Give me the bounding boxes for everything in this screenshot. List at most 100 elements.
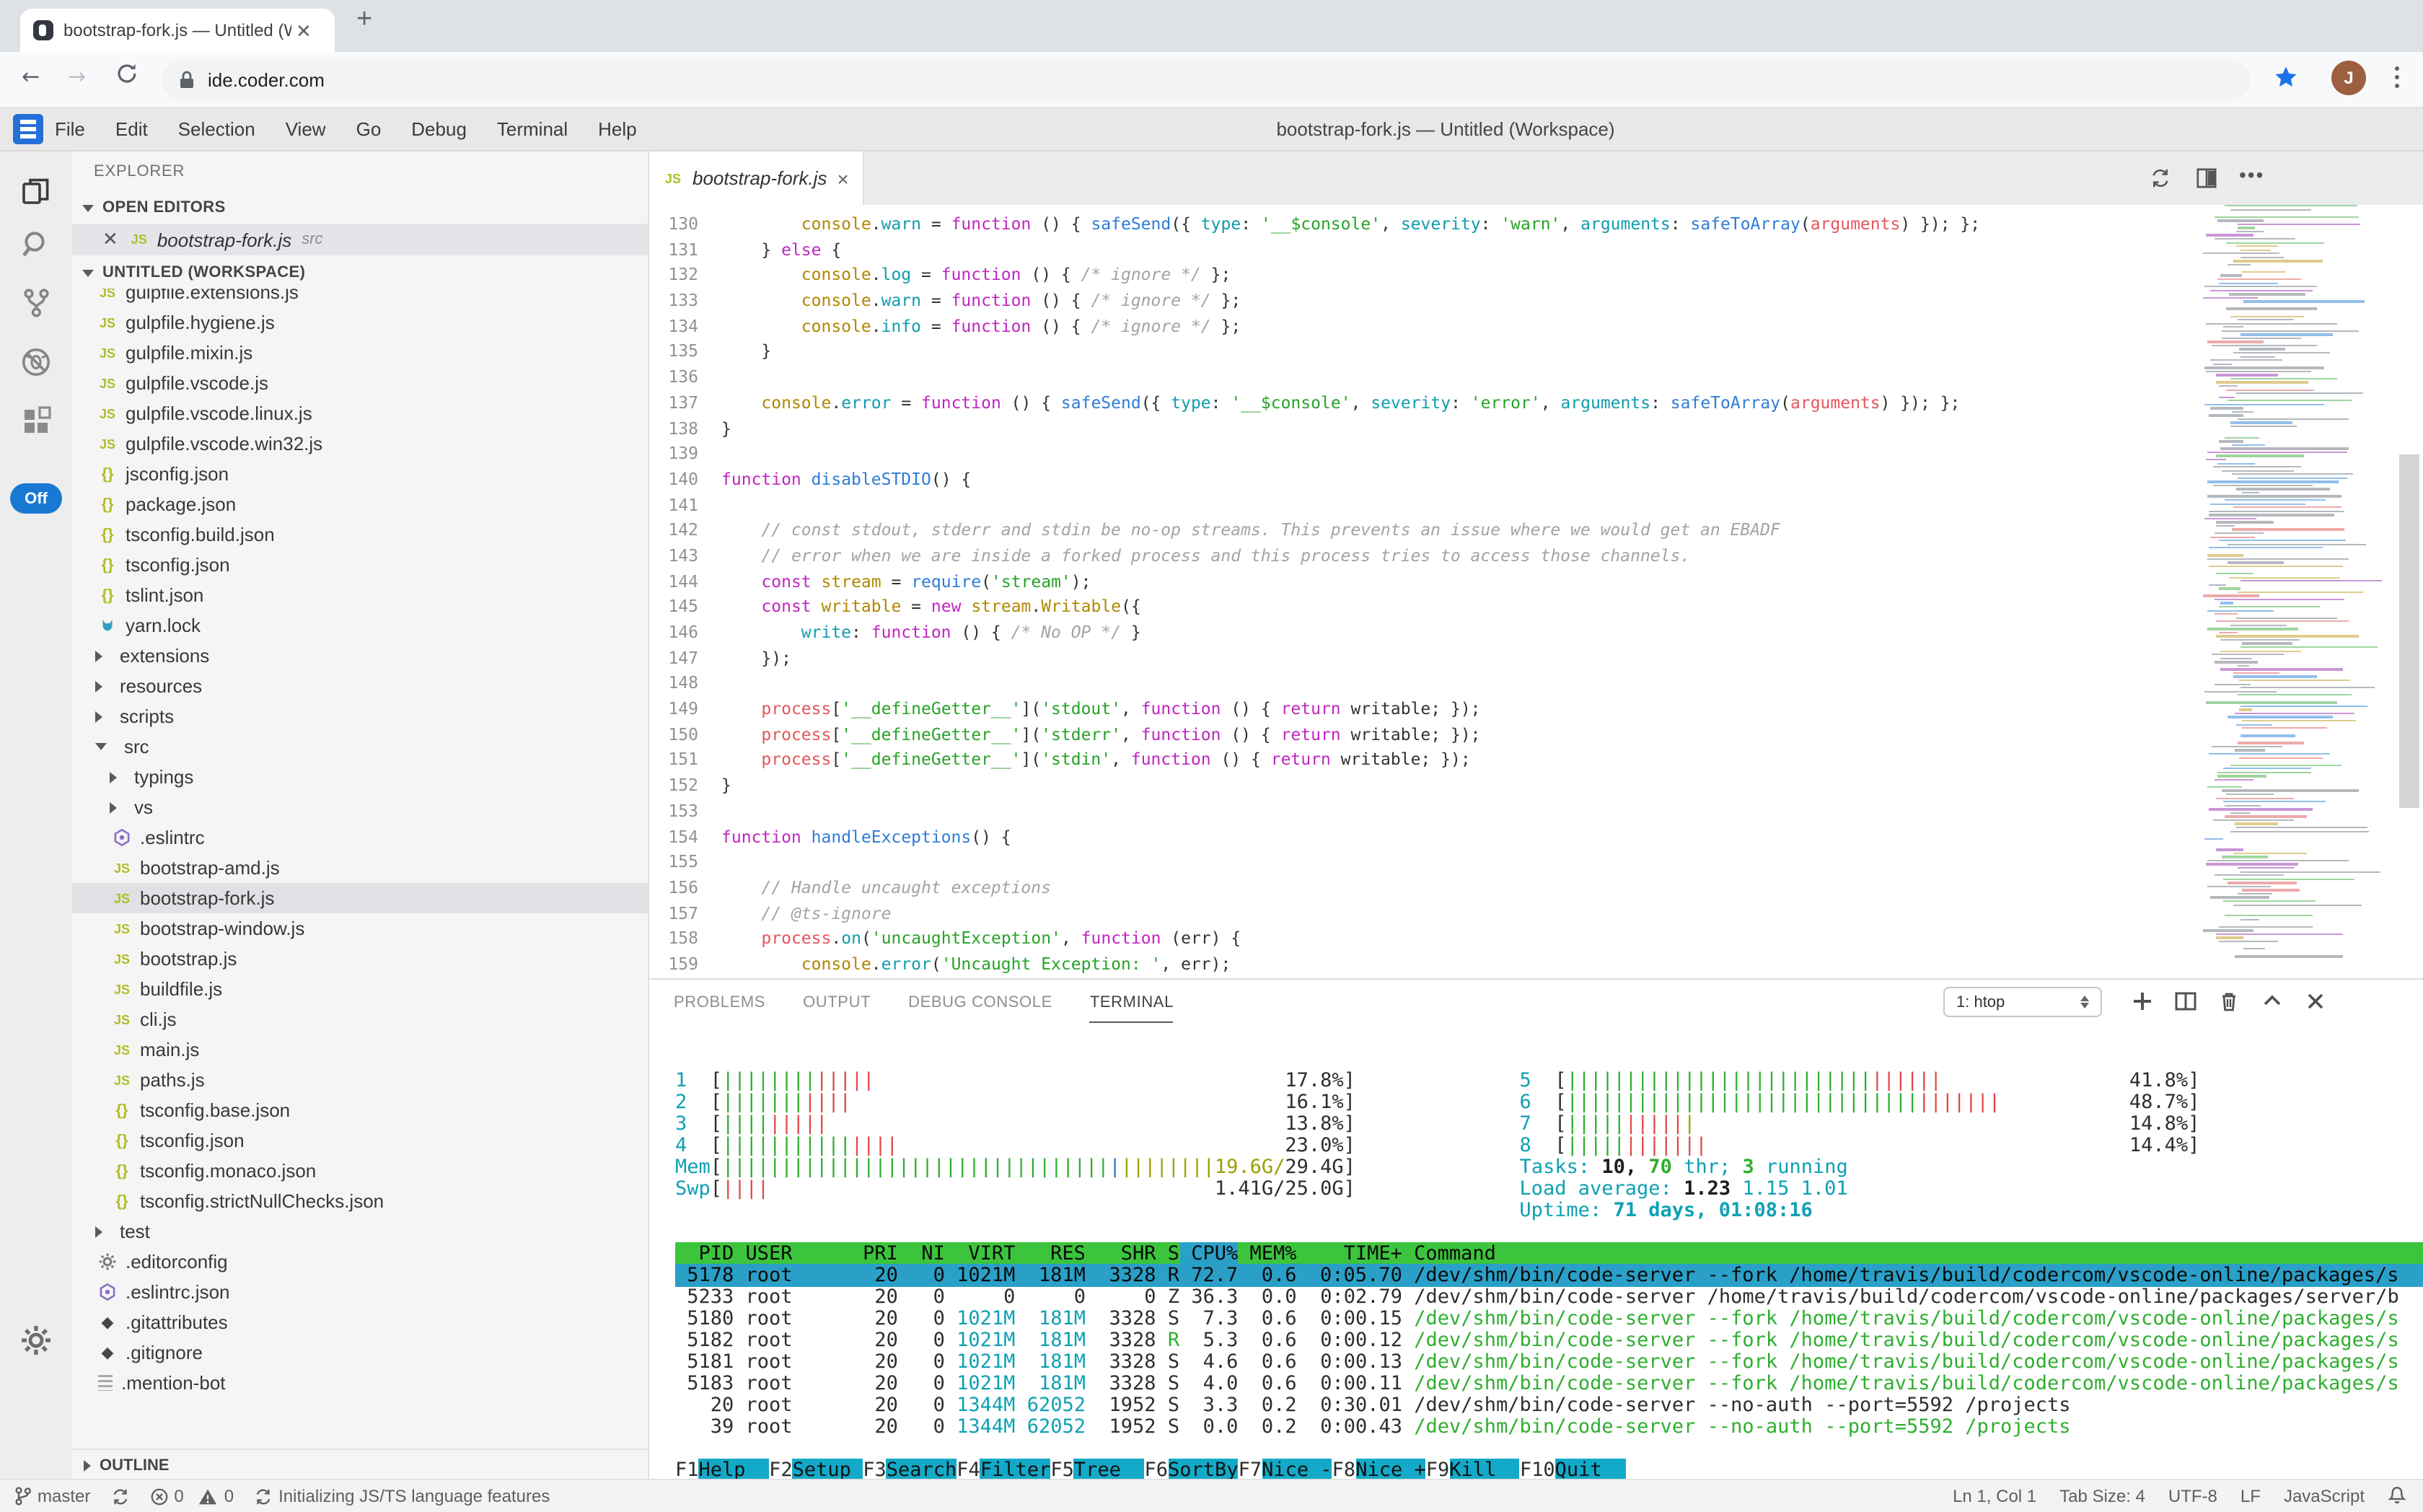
editor-scrollbar[interactable] <box>2399 454 2419 808</box>
forward-icon[interactable]: → <box>68 63 86 89</box>
tree-item-main.js[interactable]: JSmain.js <box>72 1034 648 1065</box>
tree-item-gulpfile.vscode.win32.js[interactable]: JSgulpfile.vscode.win32.js <box>72 428 648 459</box>
menu-edit[interactable]: Edit <box>115 118 148 140</box>
eol[interactable]: LF <box>2240 1486 2261 1506</box>
browser-tab[interactable]: bootstrap-fork.js — Untitled (W ✕ <box>20 9 335 52</box>
tree-item-package.json[interactable]: {}package.json <box>72 489 648 519</box>
tree-item-extensions[interactable]: extensions <box>72 641 648 671</box>
tree-item-tsconfig.strictNullChecks.json[interactable]: {}tsconfig.strictNullChecks.json <box>72 1186 648 1216</box>
tab-close-icon[interactable]: ✕ <box>296 21 312 40</box>
tab-close-icon[interactable]: × <box>837 167 848 190</box>
more-actions-icon[interactable]: ••• <box>2239 163 2264 186</box>
panel-tab-terminal[interactable]: TERMINAL <box>1090 994 1174 1011</box>
tree-item-typings[interactable]: typings <box>72 762 648 792</box>
cursor-position[interactable]: Ln 1, Col 1 <box>1953 1486 2036 1506</box>
menu-go[interactable]: Go <box>356 118 382 140</box>
avatar[interactable]: J <box>2331 61 2366 95</box>
minimap[interactable] <box>2197 205 2391 978</box>
tree-item-resources[interactable]: resources <box>72 671 648 701</box>
git-branch-status[interactable]: master <box>14 1486 90 1506</box>
split-editor-icon[interactable] <box>2196 167 2217 189</box>
terminal-select[interactable]: 1: htop <box>1943 987 2102 1017</box>
tree-item-bootstrap-window.js[interactable]: JSbootstrap-window.js <box>72 913 648 944</box>
panel-tab-debug-console[interactable]: DEBUG CONSOLE <box>908 994 1052 1011</box>
reload-icon[interactable] <box>115 62 138 85</box>
menu-view[interactable]: View <box>286 118 326 140</box>
encoding[interactable]: UTF-8 <box>2168 1486 2217 1506</box>
bell-icon[interactable] <box>2388 1486 2406 1506</box>
tree-item-.editorconfig[interactable]: .editorconfig <box>72 1247 648 1277</box>
tree-item-label: vs <box>134 796 153 818</box>
tab-size[interactable]: Tab Size: 4 <box>2059 1486 2145 1506</box>
terminal-output[interactable]: 1 [||||||||||||| 17.8%] 5 [|||||||||||||… <box>675 1071 2423 1479</box>
tree-item-bootstrap-amd.js[interactable]: JSbootstrap-amd.js <box>72 853 648 883</box>
tree-item-gulpfile.vscode.linux.js[interactable]: JSgulpfile.vscode.linux.js <box>72 398 648 428</box>
new-terminal-icon[interactable] <box>2131 990 2154 1013</box>
open-editor-item[interactable]: ✕ JS bootstrap-fork.js src <box>72 224 648 255</box>
tree-item-jsconfig.json[interactable]: {}jsconfig.json <box>72 459 648 489</box>
tree-item-bootstrap-fork.js[interactable]: JSbootstrap-fork.js <box>72 883 648 913</box>
tree-item-scripts[interactable]: scripts <box>72 701 648 731</box>
search-icon[interactable] <box>19 227 53 261</box>
tree-item-.gitattributes[interactable]: ◆.gitattributes <box>72 1307 648 1337</box>
tree-item-.mention-bot[interactable]: .mention-bot <box>72 1368 648 1398</box>
debug-icon[interactable] <box>19 345 53 379</box>
bookmark-star-icon[interactable] <box>2274 65 2298 89</box>
open-editors-header[interactable]: OPEN EDITORS <box>72 192 648 224</box>
source-control-icon[interactable] <box>19 286 53 320</box>
tree-item-tsconfig.monaco.json[interactable]: {}tsconfig.monaco.json <box>72 1156 648 1186</box>
tree-item-gulpfile.mixin.js[interactable]: JSgulpfile.mixin.js <box>72 338 648 368</box>
new-tab-button[interactable]: + <box>356 4 372 36</box>
menu-terminal[interactable]: Terminal <box>497 118 568 140</box>
extensions-icon[interactable] <box>19 404 53 439</box>
menu-debug[interactable]: Debug <box>411 118 467 140</box>
tree-item-paths.js[interactable]: JSpaths.js <box>72 1065 648 1095</box>
tree-item-test[interactable]: test <box>72 1216 648 1247</box>
tree-item-tsconfig.json[interactable]: {}tsconfig.json <box>72 1125 648 1156</box>
problems-status[interactable]: 0 0 <box>149 1486 234 1506</box>
language-status-message[interactable]: Initializing JS/TS language features <box>254 1486 550 1506</box>
tree-item-.eslintrc[interactable]: .eslintrc <box>72 822 648 853</box>
code-editor[interactable]: 130 console.warn = function () { safeSen… <box>649 205 2193 985</box>
menu-selection[interactable]: Selection <box>178 118 255 140</box>
settings-gear-icon[interactable] <box>19 1323 53 1358</box>
tree-item-.gitignore[interactable]: ◆.gitignore <box>72 1337 648 1368</box>
workspace-header[interactable]: UNTITLED (WORKSPACE) <box>72 257 648 289</box>
toggle-sync-icon[interactable] <box>2150 167 2171 189</box>
panel-tab-output[interactable]: OUTPUT <box>803 994 871 1011</box>
explorer-title: EXPLORER <box>94 163 185 180</box>
menu-help[interactable]: Help <box>598 118 637 140</box>
off-badge[interactable]: Off <box>10 483 62 514</box>
tree-item-tsconfig.json[interactable]: {}tsconfig.json <box>72 550 648 580</box>
tree-item-tsconfig.base.json[interactable]: {}tsconfig.base.json <box>72 1095 648 1125</box>
outline-header[interactable]: OUTLINE <box>72 1449 648 1479</box>
tree-item-tslint.json[interactable]: {}tslint.json <box>72 580 648 610</box>
tree-item-gulpfile.extensions.js[interactable]: JSgulpfile.extensions.js <box>72 289 648 307</box>
url-bar[interactable]: ide.coder.com <box>162 61 2251 100</box>
menu-file[interactable]: File <box>55 118 85 140</box>
tree-item-gulpfile.hygiene.js[interactable]: JSgulpfile.hygiene.js <box>72 307 648 338</box>
back-icon[interactable]: ← <box>22 63 40 89</box>
sync-status[interactable] <box>110 1487 129 1506</box>
bottom-panel: PROBLEMS OUTPUT DEBUG CONSOLE TERMINAL 1: h… <box>649 978 2423 1479</box>
tree-item-buildfile.js[interactable]: JSbuildfile.js <box>72 974 648 1004</box>
tree-item-yarn.lock[interactable]: yarn.lock <box>72 610 648 641</box>
explorer-icon[interactable] <box>19 175 53 209</box>
tree-item-bootstrap.js[interactable]: JSbootstrap.js <box>72 944 648 974</box>
kill-terminal-trash-icon[interactable] <box>2217 990 2240 1013</box>
file-icon <box>98 1375 113 1391</box>
tree-item-src[interactable]: src <box>72 731 648 762</box>
language-mode[interactable]: JavaScript <box>2284 1486 2365 1506</box>
close-panel-icon[interactable] <box>2304 990 2327 1013</box>
panel-tab-problems[interactable]: PROBLEMS <box>674 994 765 1011</box>
close-icon[interactable]: ✕ <box>102 228 118 251</box>
tree-item-tsconfig.build.json[interactable]: {}tsconfig.build.json <box>72 519 648 550</box>
tree-item-.eslintrc.json[interactable]: .eslintrc.json <box>72 1277 648 1307</box>
browser-menu-icon[interactable] <box>2395 66 2399 92</box>
split-terminal-icon[interactable] <box>2174 990 2197 1013</box>
editor-tab[interactable]: JS bootstrap-fork.js × <box>649 151 865 205</box>
tree-item-gulpfile.vscode.js[interactable]: JSgulpfile.vscode.js <box>72 368 648 398</box>
tree-item-cli.js[interactable]: JScli.js <box>72 1004 648 1034</box>
maximize-panel-icon[interactable] <box>2261 990 2284 1013</box>
tree-item-vs[interactable]: vs <box>72 792 648 822</box>
